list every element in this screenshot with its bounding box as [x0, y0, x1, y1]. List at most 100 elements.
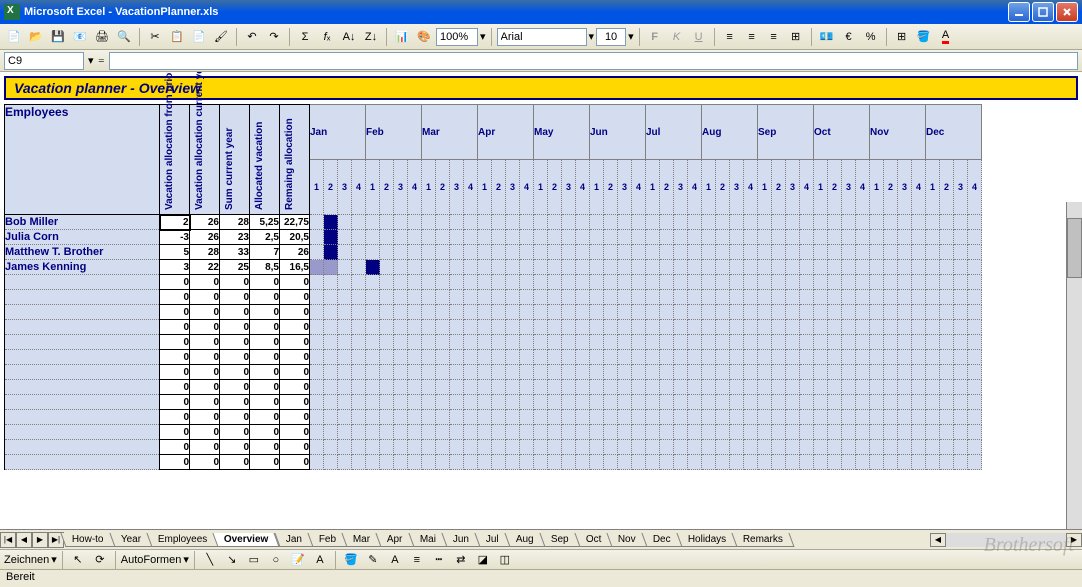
- calendar-cell[interactable]: [520, 305, 534, 320]
- calendar-cell[interactable]: [534, 230, 548, 245]
- value-cell[interactable]: 8,5: [250, 260, 280, 275]
- calendar-cell[interactable]: [324, 260, 338, 275]
- calendar-cell[interactable]: [730, 215, 744, 230]
- calendar-cell[interactable]: [898, 320, 912, 335]
- calendar-cell[interactable]: [394, 245, 408, 260]
- calendar-cell[interactable]: [744, 320, 758, 335]
- calendar-cell[interactable]: [702, 230, 716, 245]
- calendar-cell[interactable]: [940, 350, 954, 365]
- calendar-cell[interactable]: [688, 305, 702, 320]
- value-cell[interactable]: 28: [220, 215, 250, 230]
- calendar-cell[interactable]: [814, 260, 828, 275]
- value-cell[interactable]: 0: [280, 425, 310, 440]
- calendar-cell[interactable]: [450, 440, 464, 455]
- calendar-cell[interactable]: [520, 245, 534, 260]
- calendar-cell[interactable]: [968, 380, 982, 395]
- calendar-cell[interactable]: [828, 275, 842, 290]
- calendar-cell[interactable]: [828, 260, 842, 275]
- calendar-cell[interactable]: [828, 305, 842, 320]
- calendar-cell[interactable]: [562, 260, 576, 275]
- calendar-cell[interactable]: [884, 335, 898, 350]
- calendar-cell[interactable]: [436, 455, 450, 470]
- calendar-cell[interactable]: [492, 350, 506, 365]
- calendar-cell[interactable]: [548, 245, 562, 260]
- calendar-cell[interactable]: [954, 365, 968, 380]
- calendar-cell[interactable]: [954, 395, 968, 410]
- calendar-cell[interactable]: [478, 215, 492, 230]
- calendar-cell[interactable]: [926, 305, 940, 320]
- calendar-cell[interactable]: [842, 230, 856, 245]
- calendar-cell[interactable]: [674, 305, 688, 320]
- value-cell[interactable]: 0: [160, 305, 190, 320]
- calendar-cell[interactable]: [478, 440, 492, 455]
- calendar-cell[interactable]: [884, 365, 898, 380]
- calendar-cell[interactable]: [730, 290, 744, 305]
- calendar-cell[interactable]: [562, 320, 576, 335]
- calendar-cell[interactable]: [660, 260, 674, 275]
- calendar-cell[interactable]: [758, 290, 772, 305]
- calendar-cell[interactable]: [800, 275, 814, 290]
- calendar-cell[interactable]: [716, 365, 730, 380]
- sheet-tab-year[interactable]: Year: [109, 533, 152, 547]
- calendar-cell[interactable]: [618, 395, 632, 410]
- calendar-cell[interactable]: [632, 260, 646, 275]
- calendar-cell[interactable]: [940, 455, 954, 470]
- calendar-cell[interactable]: [464, 425, 478, 440]
- calendar-cell[interactable]: [604, 275, 618, 290]
- calendar-cell[interactable]: [828, 335, 842, 350]
- value-cell[interactable]: 0: [280, 350, 310, 365]
- calendar-cell[interactable]: [814, 275, 828, 290]
- calendar-cell[interactable]: [562, 350, 576, 365]
- calendar-cell[interactable]: [702, 335, 716, 350]
- calendar-cell[interactable]: [562, 335, 576, 350]
- calendar-cell[interactable]: [436, 215, 450, 230]
- calendar-cell[interactable]: [464, 215, 478, 230]
- calendar-cell[interactable]: [408, 290, 422, 305]
- arrow-button[interactable]: ↘: [222, 550, 242, 570]
- calendar-cell[interactable]: [450, 290, 464, 305]
- calendar-cell[interactable]: [324, 380, 338, 395]
- calendar-cell[interactable]: [450, 350, 464, 365]
- calendar-cell[interactable]: [786, 455, 800, 470]
- calendar-cell[interactable]: [702, 380, 716, 395]
- value-cell[interactable]: 26: [190, 230, 220, 245]
- calendar-cell[interactable]: [492, 260, 506, 275]
- calendar-cell[interactable]: [534, 365, 548, 380]
- calendar-cell[interactable]: [450, 215, 464, 230]
- rectangle-button[interactable]: ▭: [244, 550, 264, 570]
- calendar-cell[interactable]: [506, 395, 520, 410]
- calendar-cell[interactable]: [338, 245, 352, 260]
- rotate-button[interactable]: ⟳: [90, 550, 110, 570]
- calendar-cell[interactable]: [380, 335, 394, 350]
- calendar-cell[interactable]: [520, 320, 534, 335]
- calendar-cell[interactable]: [394, 455, 408, 470]
- calendar-cell[interactable]: [716, 425, 730, 440]
- value-cell[interactable]: 0: [160, 320, 190, 335]
- calendar-cell[interactable]: [492, 275, 506, 290]
- calendar-cell[interactable]: [436, 335, 450, 350]
- calendar-cell[interactable]: [716, 335, 730, 350]
- calendar-cell[interactable]: [744, 335, 758, 350]
- value-cell[interactable]: 0: [190, 275, 220, 290]
- calendar-cell[interactable]: [492, 320, 506, 335]
- calendar-cell[interactable]: [688, 395, 702, 410]
- calendar-cell[interactable]: [646, 305, 660, 320]
- calendar-cell[interactable]: [646, 320, 660, 335]
- calendar-cell[interactable]: [380, 380, 394, 395]
- calendar-cell[interactable]: [394, 260, 408, 275]
- borders-button[interactable]: ⊞: [892, 27, 912, 47]
- dropdown-icon[interactable]: ▾: [51, 553, 57, 566]
- value-cell[interactable]: 0: [190, 440, 220, 455]
- calendar-cell[interactable]: [870, 230, 884, 245]
- calendar-cell[interactable]: [310, 260, 324, 275]
- calendar-cell[interactable]: [534, 425, 548, 440]
- calendar-cell[interactable]: [436, 230, 450, 245]
- calendar-cell[interactable]: [422, 365, 436, 380]
- calendar-cell[interactable]: [366, 380, 380, 395]
- calendar-cell[interactable]: [674, 320, 688, 335]
- calendar-cell[interactable]: [968, 275, 982, 290]
- calendar-cell[interactable]: [618, 350, 632, 365]
- calendar-cell[interactable]: [940, 425, 954, 440]
- calendar-cell[interactable]: [408, 275, 422, 290]
- calendar-cell[interactable]: [702, 275, 716, 290]
